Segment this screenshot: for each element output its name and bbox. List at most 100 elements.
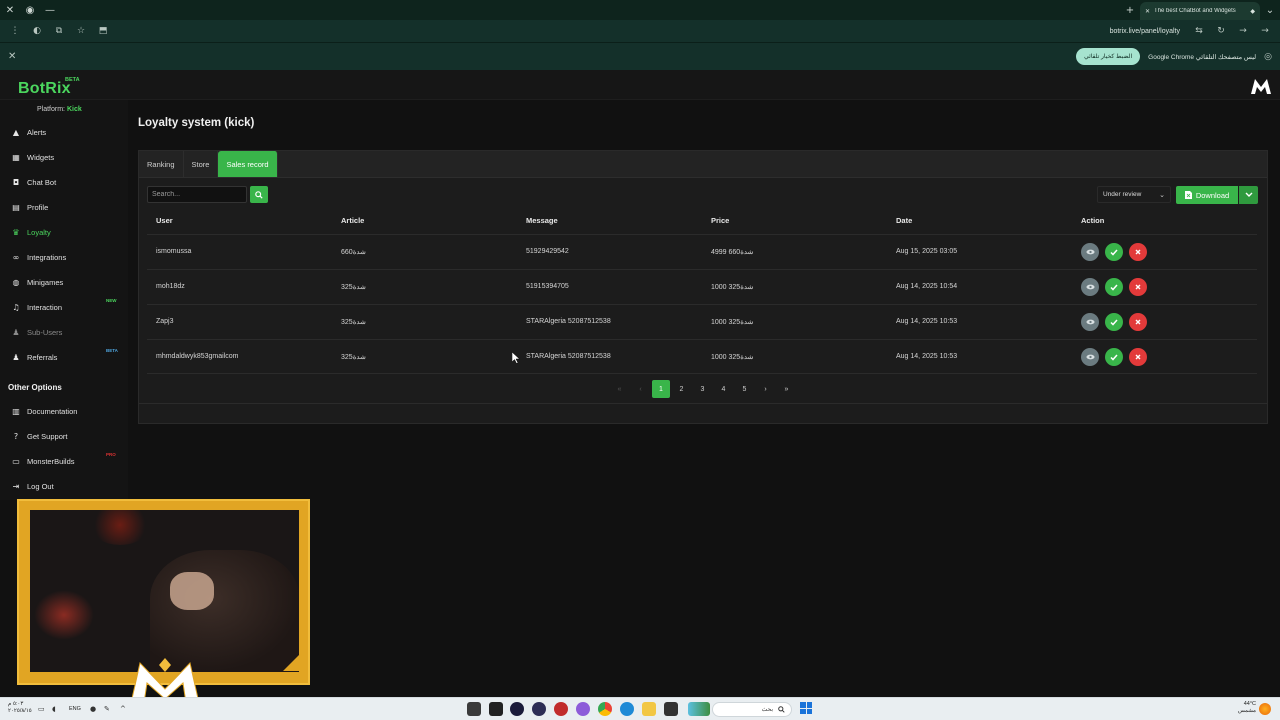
sidebar-item-alerts[interactable]: ▲ Alerts bbox=[0, 121, 128, 143]
volume-icon[interactable]: ◖ bbox=[52, 705, 56, 713]
sidebar-item-profile[interactable]: ▤ Profile bbox=[0, 196, 128, 218]
forward-icon[interactable]: → bbox=[1232, 20, 1254, 42]
users-icon: ♟ bbox=[12, 327, 20, 337]
taskbar-app-icon[interactable] bbox=[688, 702, 710, 716]
sidebar-item-interaction[interactable]: ♫ Interaction NEW bbox=[0, 296, 128, 318]
prev-page-button[interactable]: ‹ bbox=[630, 380, 651, 398]
close-icon bbox=[1135, 284, 1141, 290]
reject-button[interactable] bbox=[1129, 278, 1147, 296]
edge-taskbar-icon[interactable] bbox=[620, 702, 634, 716]
back-icon[interactable]: → bbox=[1254, 20, 1276, 42]
profile-icon[interactable]: ◐ bbox=[26, 20, 48, 42]
download-dropdown-button[interactable] bbox=[1239, 186, 1258, 204]
close-icon bbox=[1135, 354, 1141, 360]
cell-price: 1000 325شدة bbox=[711, 354, 754, 361]
cell-article: 325شدة bbox=[341, 284, 366, 291]
page-button-5[interactable]: 5 bbox=[734, 380, 755, 398]
reject-button[interactable] bbox=[1129, 313, 1147, 331]
url-text[interactable]: botrix.live/panel/loyalty bbox=[1110, 28, 1180, 35]
taskbar-app-icon[interactable] bbox=[467, 702, 481, 716]
sidebar-item-monsterbuilds[interactable]: ▭ MonsterBuilds PRO bbox=[0, 450, 128, 472]
search-input[interactable] bbox=[147, 186, 247, 203]
approve-button[interactable] bbox=[1105, 348, 1123, 366]
chevron-up-icon[interactable]: ^ bbox=[120, 705, 126, 713]
tab-search-icon[interactable]: ⌄ bbox=[1260, 0, 1280, 20]
sidebar-item-referrals[interactable]: ♟ Referrals BETA bbox=[0, 346, 128, 368]
approve-button[interactable] bbox=[1105, 243, 1123, 261]
page-button-1[interactable]: 1 bbox=[652, 380, 670, 398]
tab-store[interactable]: Store bbox=[184, 151, 219, 177]
status-filter-select[interactable]: Under review ⌄ bbox=[1097, 186, 1171, 203]
taskbar-app-icon[interactable] bbox=[510, 702, 524, 716]
chrome-menu-icon[interactable]: ◉ bbox=[20, 0, 40, 20]
taskbar-search[interactable]: بحث bbox=[712, 702, 792, 717]
approve-button[interactable] bbox=[1105, 278, 1123, 296]
windows-start-icon[interactable] bbox=[800, 702, 812, 714]
search-icon bbox=[255, 190, 263, 199]
taskbar-app-icon[interactable] bbox=[532, 702, 546, 716]
sidebar-item-documentation[interactable]: ▥ Documentation bbox=[0, 400, 128, 422]
taskbar-app-icon[interactable] bbox=[554, 702, 568, 716]
view-button[interactable] bbox=[1081, 243, 1099, 261]
page-button-3[interactable]: 3 bbox=[692, 380, 713, 398]
logo-beta-badge: BETA bbox=[65, 77, 80, 83]
reload-icon[interactable]: ↻ bbox=[1210, 20, 1232, 42]
search-button[interactable] bbox=[250, 186, 268, 203]
install-app-icon[interactable]: ⬒ bbox=[92, 20, 114, 42]
bookmark-star-icon[interactable]: ☆ bbox=[70, 20, 92, 42]
table-row: moh18dz 325شدة 51915394705 1000 325شدة A… bbox=[147, 269, 1257, 304]
taskbar-clock[interactable]: ٥:٠٣ م ٢٠٢٥/٨/١٥ bbox=[8, 701, 32, 715]
view-button[interactable] bbox=[1081, 278, 1099, 296]
extensions-icon[interactable]: ⧉ bbox=[48, 20, 70, 42]
language-indicator[interactable]: ENG bbox=[69, 706, 81, 712]
botrix-logo[interactable]: BotRix bbox=[18, 80, 71, 98]
tab-sales-record[interactable]: Sales record bbox=[218, 151, 278, 177]
pen-icon[interactable]: ✎ bbox=[104, 705, 110, 713]
eye-icon bbox=[1085, 249, 1095, 255]
sidebar-item-sub-users[interactable]: ♟ Sub-Users bbox=[0, 321, 128, 343]
next-page-button[interactable]: › bbox=[755, 380, 776, 398]
taskbar-app-icon[interactable] bbox=[664, 702, 678, 716]
site-settings-icon[interactable]: ⇆ bbox=[1188, 20, 1210, 42]
page-button-4[interactable]: 4 bbox=[713, 380, 734, 398]
cell-article: 325شدة bbox=[341, 354, 366, 361]
set-default-button[interactable]: الضبط كخيار تلقائي bbox=[1076, 48, 1141, 65]
reject-button[interactable] bbox=[1129, 243, 1147, 261]
sidebar-item-chat-bot[interactable]: ◘ Chat Bot bbox=[0, 171, 128, 193]
cell-date: Aug 14, 2025 10:54 bbox=[896, 283, 958, 290]
download-button[interactable]: Download bbox=[1176, 186, 1238, 204]
close-infobar-icon[interactable]: ✕ bbox=[8, 51, 20, 62]
battery-icon[interactable]: ▭ bbox=[38, 705, 45, 713]
browser-tab[interactable]: ✕ The best ChatBot and Widgets ◆ bbox=[1140, 2, 1260, 20]
view-button[interactable] bbox=[1081, 348, 1099, 366]
last-page-button[interactable]: » bbox=[776, 380, 797, 398]
sidebar-item-minigames[interactable]: ◍ Minigames bbox=[0, 271, 128, 293]
approve-button[interactable] bbox=[1105, 313, 1123, 331]
weather-widget[interactable]: 44°C مشمس bbox=[1234, 701, 1256, 715]
minimize-icon[interactable]: — bbox=[40, 0, 60, 20]
grid-icon: ▦ bbox=[12, 152, 20, 162]
menu-dots-icon[interactable]: ⋮ bbox=[4, 20, 26, 42]
taskbar-app-icon[interactable] bbox=[576, 702, 590, 716]
first-page-button[interactable]: « bbox=[609, 380, 630, 398]
cell-message: STARAlgeria 52087512538 bbox=[526, 318, 611, 325]
microphone-icon[interactable]: ● bbox=[90, 705, 96, 713]
cell-date: Aug 14, 2025 10:53 bbox=[896, 353, 958, 360]
check-icon bbox=[1110, 319, 1118, 326]
view-button[interactable] bbox=[1081, 313, 1099, 331]
sidebar-item-log-out[interactable]: ⇥ Log Out bbox=[0, 475, 128, 497]
tab-ranking[interactable]: Ranking bbox=[139, 151, 184, 177]
page-button-2[interactable]: 2 bbox=[671, 380, 692, 398]
tab-close-icon[interactable]: ✕ bbox=[1145, 8, 1150, 15]
file-explorer-icon[interactable] bbox=[642, 702, 656, 716]
sidebar-item-get-support[interactable]: ? Get Support bbox=[0, 425, 128, 447]
sidebar-item-loyalty[interactable]: ♛ Loyalty bbox=[0, 221, 128, 243]
sidebar-item-widgets[interactable]: ▦ Widgets bbox=[0, 146, 128, 168]
sidebar-item-integrations[interactable]: ∞ Integrations bbox=[0, 246, 128, 268]
taskbar-app-icon[interactable] bbox=[489, 702, 503, 716]
check-icon bbox=[1110, 284, 1118, 291]
reject-button[interactable] bbox=[1129, 348, 1147, 366]
new-tab-icon[interactable]: + bbox=[1120, 0, 1140, 20]
close-window-icon[interactable]: ✕ bbox=[0, 0, 20, 20]
chrome-taskbar-icon[interactable] bbox=[598, 702, 612, 716]
